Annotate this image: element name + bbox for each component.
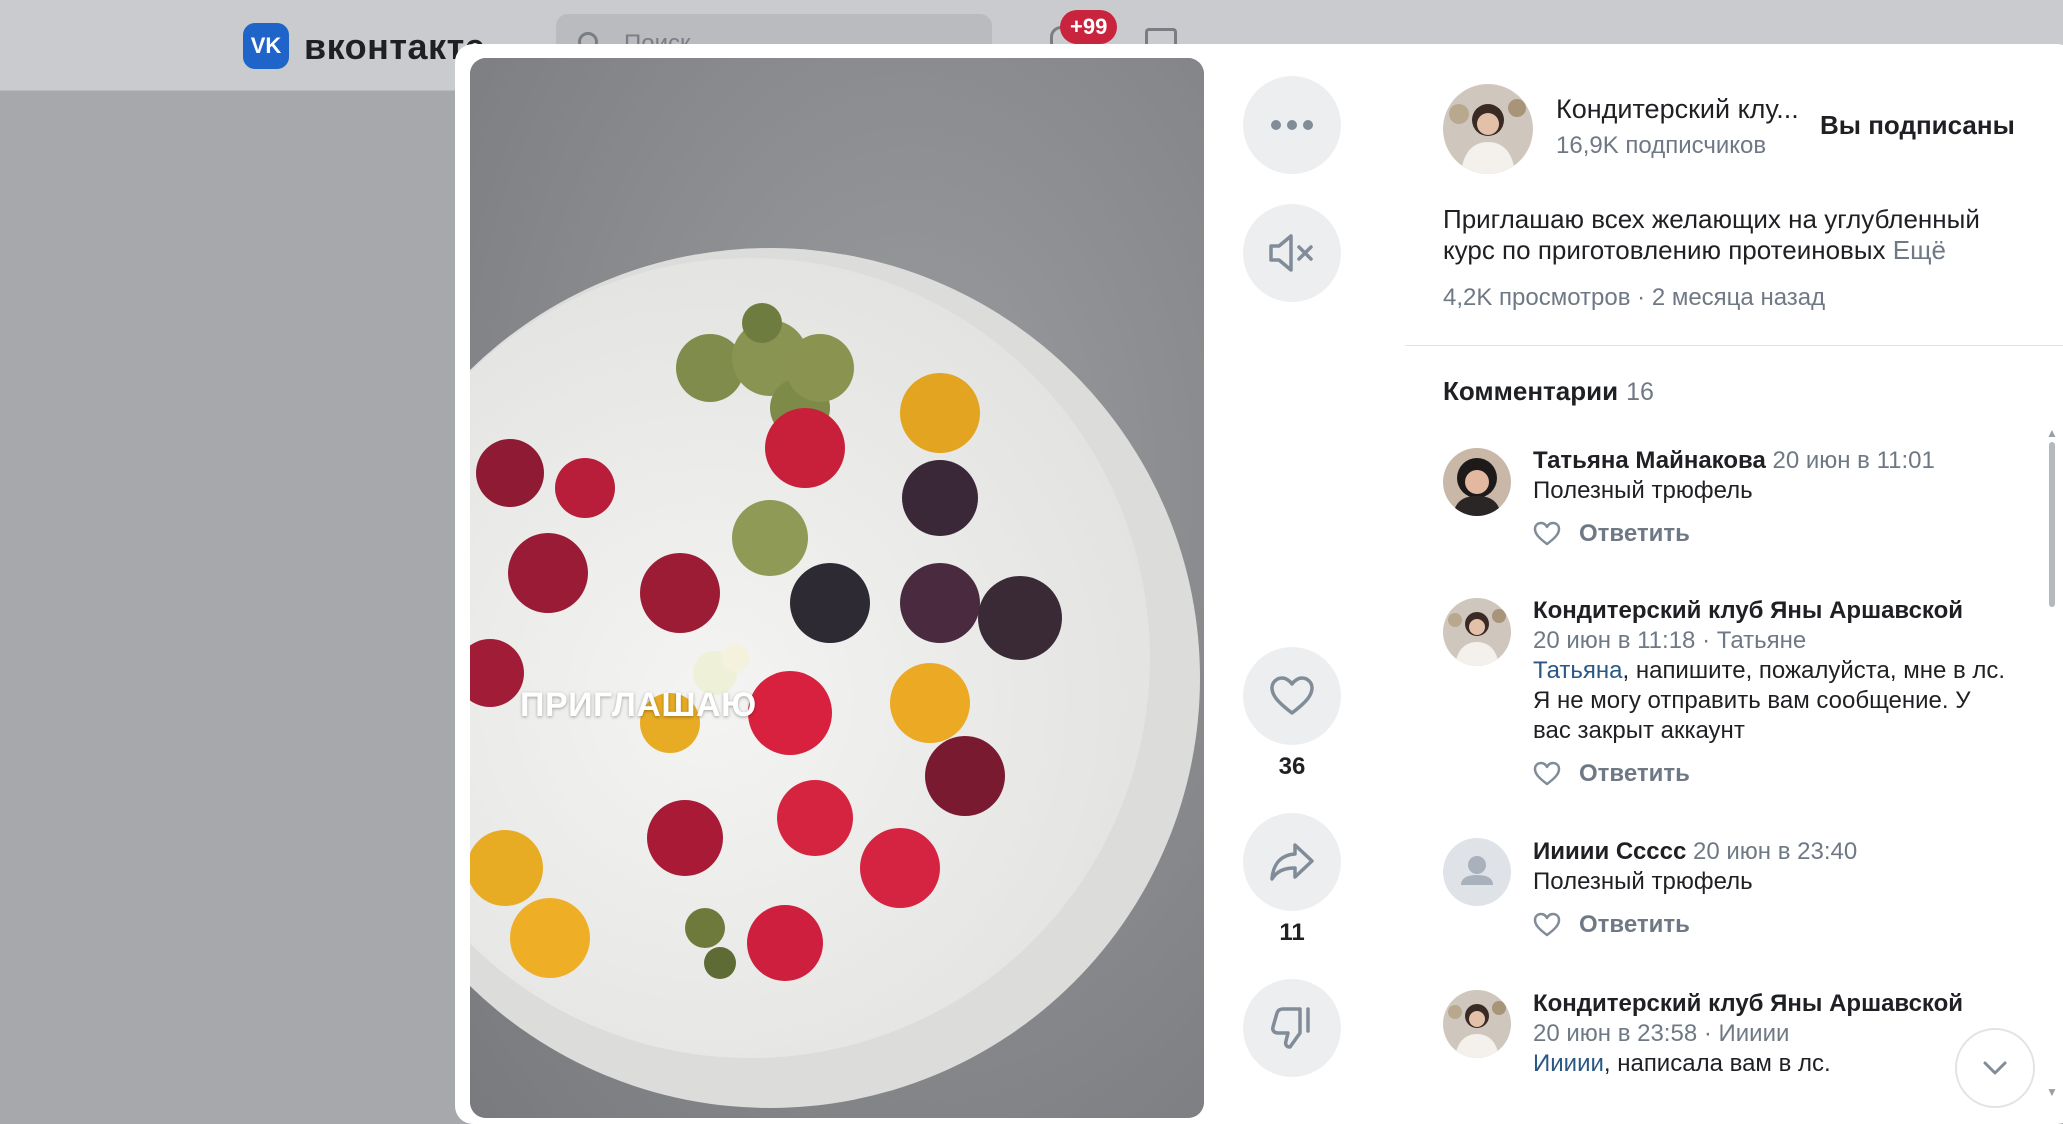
- heart-icon[interactable]: [1533, 761, 1561, 787]
- comment-header: Татьяна Майнакова 20 июн в 11:01: [1533, 446, 2033, 476]
- comment-author[interactable]: Иииии Ссссс: [1533, 838, 1686, 865]
- scroll-down-arrow[interactable]: ▼: [2046, 1085, 2058, 1099]
- divider: [1405, 345, 2063, 346]
- comment-author[interactable]: Кондитерский клуб Яны Аршавской: [1533, 596, 2033, 626]
- comment-author[interactable]: Татьяна Майнакова: [1533, 447, 1766, 474]
- description-line-2: курс по приготовлению протеиновых: [1443, 235, 1886, 265]
- comment-avatar[interactable]: [1443, 448, 1511, 516]
- reply-button[interactable]: Ответить: [1579, 911, 1690, 939]
- subscribed-button[interactable]: Вы подписаны: [1820, 110, 2015, 141]
- video-frame: [470, 58, 1204, 1118]
- comment-date[interactable]: 20 июн в 23:58: [1533, 1020, 1697, 1047]
- comment-text: Татьяна, напишите, пожалуйста, мне в лс.: [1533, 657, 2006, 684]
- more-horizontal-icon: [1271, 120, 1313, 130]
- reply-to[interactable]: Татьяне: [1717, 627, 1807, 654]
- share-count: 11: [1279, 919, 1305, 946]
- mute-button[interactable]: [1243, 204, 1341, 302]
- heart-icon[interactable]: [1533, 912, 1561, 938]
- post-meta: 4,2K просмотров · 2 месяца назад: [1443, 284, 1826, 311]
- reply-button[interactable]: Ответить: [1579, 760, 1690, 788]
- scrollbar-thumb[interactable]: [2049, 442, 2055, 607]
- comment-meta: 20 июн в 11:18 · Татьяне: [1533, 627, 1807, 654]
- reply-button[interactable]: Ответить: [1579, 520, 1690, 548]
- comments-count: 16: [1626, 378, 1654, 406]
- notifications-badge: +99: [1060, 10, 1118, 44]
- comments-title: Комментарии: [1443, 376, 1619, 406]
- post-description: Приглашаю всех желающих на углубленный к…: [1443, 204, 2023, 266]
- group-avatar-image: [1443, 84, 1533, 174]
- vk-logo-icon[interactable]: VK: [243, 23, 289, 69]
- avatar-image: [1443, 448, 1511, 516]
- scroll-up-arrow[interactable]: ▲: [2046, 426, 2058, 440]
- volume-muted-icon: [1269, 234, 1313, 272]
- thumbs-down-icon: [1271, 1007, 1310, 1049]
- comment-mention[interactable]: Иииии: [1533, 1050, 1604, 1077]
- dislike-button[interactable]: [1243, 979, 1341, 1077]
- share-icon: [1270, 843, 1314, 881]
- comment-text-line: вас закрыт аккаунт: [1533, 717, 1745, 744]
- share-button[interactable]: [1243, 813, 1341, 911]
- group-subscribers: 16,9K подписчиков: [1556, 132, 1767, 159]
- comment: Татьяна Майнакова 20 июн в 11:01 Полезны…: [1533, 446, 2033, 548]
- default-avatar-icon: [1443, 838, 1511, 906]
- reply-to[interactable]: Иииии: [1719, 1020, 1790, 1047]
- avatar-image: [1443, 990, 1511, 1058]
- comment-author[interactable]: Кондитерский клуб Яны Аршавской: [1533, 989, 2033, 1019]
- comment-actions: Ответить: [1533, 760, 2033, 788]
- heart-icon[interactable]: [1533, 521, 1561, 547]
- comment-actions: Ответить: [1533, 911, 2033, 939]
- comments-heading: Комментарии 16: [1443, 376, 1654, 407]
- group-avatar[interactable]: [1443, 84, 1533, 174]
- comment-header: Иииии Ссссс 20 июн в 23:40: [1533, 837, 2033, 867]
- chevron-down-icon: [1983, 1061, 2007, 1075]
- more-button[interactable]: [1243, 76, 1341, 174]
- comment-text: Полезный трюфель: [1533, 868, 1753, 895]
- comment-date[interactable]: 20 июн в 23:40: [1693, 838, 1857, 865]
- comment-actions: Ответить: [1533, 520, 2033, 548]
- avatar-image: [1443, 598, 1511, 666]
- comment-meta: 20 июн в 23:58 · Иииии: [1533, 1020, 1790, 1047]
- video-caption: ПРИГЛАШАЮ: [520, 686, 757, 724]
- comment-avatar[interactable]: [1443, 598, 1511, 666]
- heart-icon: [1270, 676, 1314, 715]
- comment-date[interactable]: 20 июн в 11:01: [1772, 447, 1934, 474]
- comment-text-line: Я не могу отправить вам сообщение. У: [1533, 687, 1971, 714]
- comment-mention[interactable]: Татьяна: [1533, 657, 1623, 684]
- group-name[interactable]: Кондитерский клу...: [1556, 94, 1806, 125]
- video-player[interactable]: ПРИГЛАШАЮ: [470, 58, 1204, 1118]
- like-count: 36: [1278, 753, 1306, 780]
- comment-date[interactable]: 20 июн в 11:18: [1533, 627, 1695, 654]
- comment: Кондитерский клуб Яны Аршавской 20 июн в…: [1533, 596, 2033, 788]
- comment-avatar[interactable]: [1443, 990, 1511, 1058]
- like-button[interactable]: [1243, 647, 1341, 745]
- comment-avatar[interactable]: [1443, 838, 1511, 906]
- comment-text: Полезный трюфель: [1533, 477, 1753, 504]
- scroll-to-bottom-button[interactable]: [1955, 1028, 2035, 1108]
- show-more-link[interactable]: Ещё: [1893, 235, 1946, 265]
- comment: Иииии Ссссс 20 июн в 23:40 Полезный трюф…: [1533, 837, 2033, 939]
- description-line-1: Приглашаю всех желающих на углубленный: [1443, 204, 1980, 234]
